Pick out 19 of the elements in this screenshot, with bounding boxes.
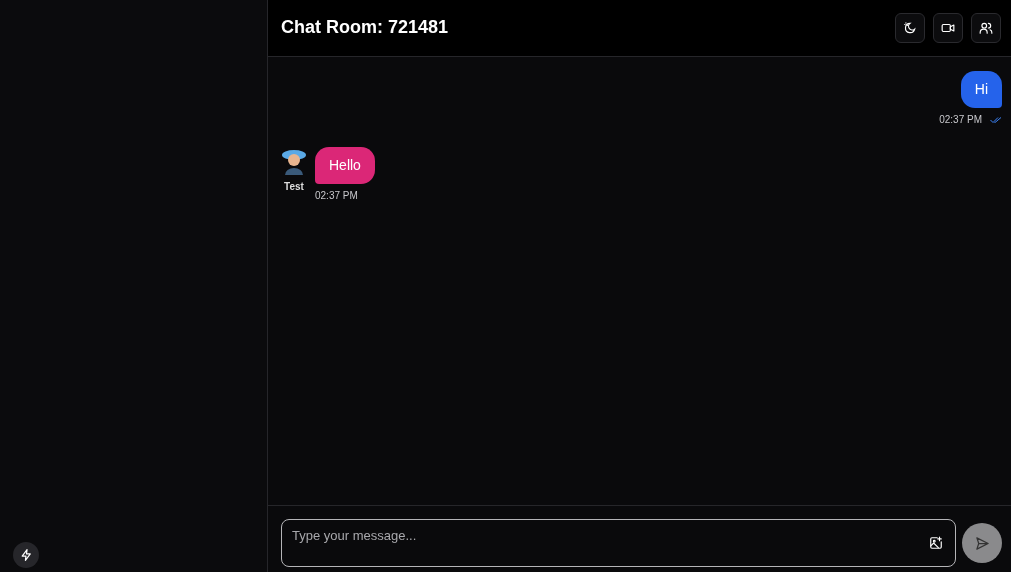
- video-call-button[interactable]: [933, 13, 963, 43]
- message-bubble: Hi: [960, 71, 1002, 108]
- add-image-icon[interactable]: [929, 536, 943, 550]
- theme-toggle-button[interactable]: [895, 13, 925, 43]
- video-camera-icon: [941, 21, 955, 35]
- users-icon: [979, 21, 993, 35]
- lightning-button[interactable]: [13, 542, 39, 568]
- lightning-icon: [19, 548, 33, 562]
- sender-name: Test: [284, 180, 304, 194]
- participants-button[interactable]: [971, 13, 1001, 43]
- message-bubble: Hello: [315, 147, 375, 184]
- send-icon: [974, 535, 990, 551]
- message-input[interactable]: Type your message...: [281, 519, 956, 567]
- moon-icon: [903, 21, 917, 35]
- message-time: 02:37 PM: [939, 113, 982, 127]
- message-time: 02:37 PM: [315, 189, 358, 203]
- send-button[interactable]: [962, 523, 1002, 563]
- avatar-icon: [281, 147, 307, 175]
- room-title: Chat Room: 721481: [281, 17, 449, 39]
